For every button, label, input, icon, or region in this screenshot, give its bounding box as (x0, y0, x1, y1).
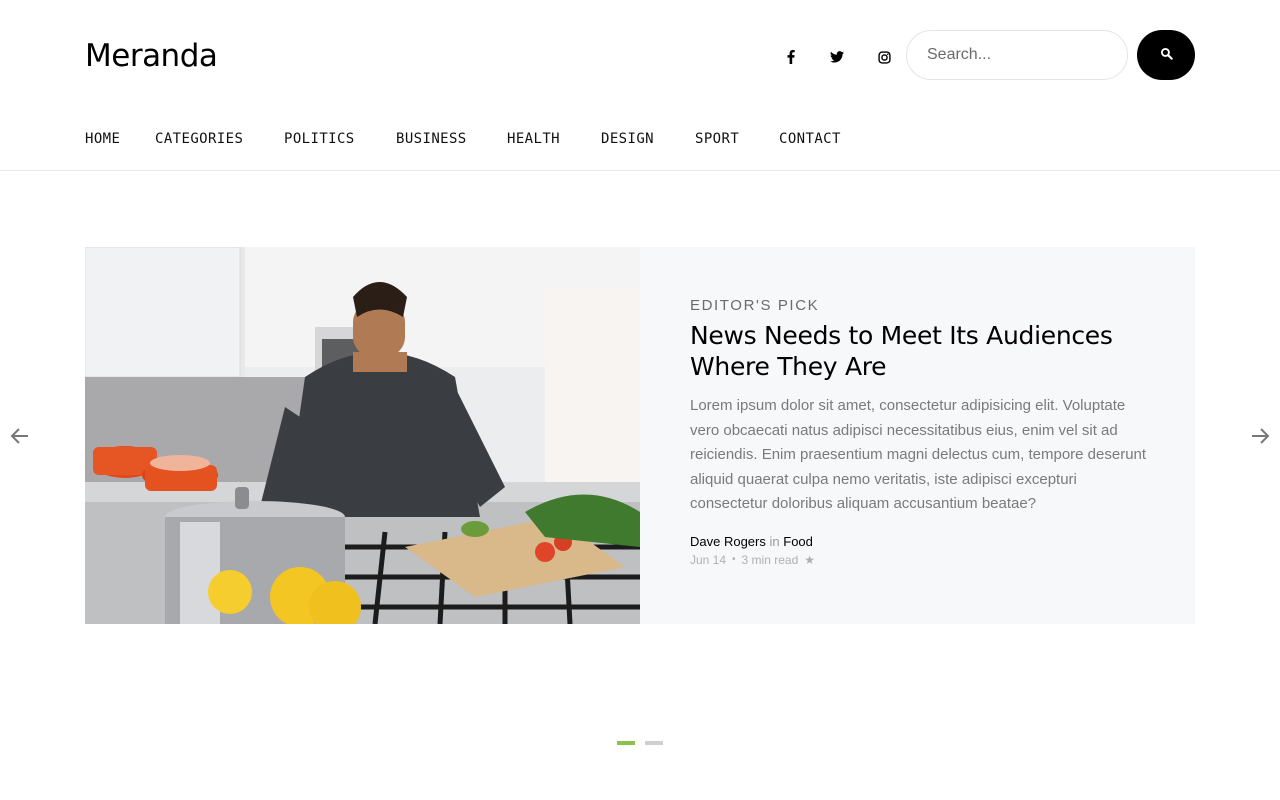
featured-headline[interactable]: News Needs to Meet Its Audiences Where T… (690, 320, 1150, 382)
carousel-prev-arrow-icon[interactable] (9, 425, 31, 447)
search-icon (1160, 47, 1173, 63)
nav-item-design[interactable]: DESIGN (601, 131, 654, 147)
carousel-dot-2[interactable] (645, 741, 663, 745)
nav-item-contact[interactable]: CONTACT (779, 131, 841, 147)
meta-separator: • (732, 554, 736, 565)
facebook-icon[interactable] (779, 45, 803, 69)
post-meta: Jun 14 • 3 min read ★ (690, 553, 1150, 567)
nav-item-business[interactable]: BUSINESS (396, 131, 467, 147)
read-time: 3 min read (741, 552, 799, 567)
featured-slide: EDITOR'S PICK News Needs to Meet Its Aud… (85, 247, 1195, 624)
featured-image[interactable] (85, 247, 640, 624)
featured-excerpt: Lorem ipsum dolor sit amet, consectetur … (690, 397, 1147, 512)
byline: Dave Rogers in Food (690, 534, 1150, 549)
nav-item-categories[interactable]: CATEGORIES (155, 131, 243, 147)
nav-item-home[interactable]: HOME (85, 131, 120, 147)
star-icon[interactable]: ★ (804, 553, 815, 567)
instagram-icon[interactable] (872, 45, 896, 69)
carousel-next-arrow-icon[interactable] (1249, 425, 1271, 447)
post-date: Jun 14 (690, 552, 727, 567)
category-link[interactable]: Food (783, 534, 813, 549)
nav-item-sport[interactable]: SPORT (695, 131, 739, 147)
author-link[interactable]: Dave Rogers (690, 534, 766, 549)
twitter-icon[interactable] (825, 45, 849, 69)
header-divider (0, 170, 1280, 171)
site-logo[interactable]: Meranda (85, 38, 218, 74)
search-button[interactable] (1137, 30, 1195, 80)
carousel-dot-1[interactable] (617, 741, 635, 745)
nav-item-health[interactable]: HEALTH (507, 131, 560, 147)
featured-content: EDITOR'S PICK News Needs to Meet Its Aud… (690, 297, 1150, 567)
byline-in-text: in (769, 533, 780, 549)
search-box (906, 30, 1128, 80)
kicker-label: EDITOR'S PICK (690, 297, 820, 314)
search-input[interactable] (906, 30, 1128, 80)
nav-item-politics[interactable]: POLITICS (284, 131, 355, 147)
